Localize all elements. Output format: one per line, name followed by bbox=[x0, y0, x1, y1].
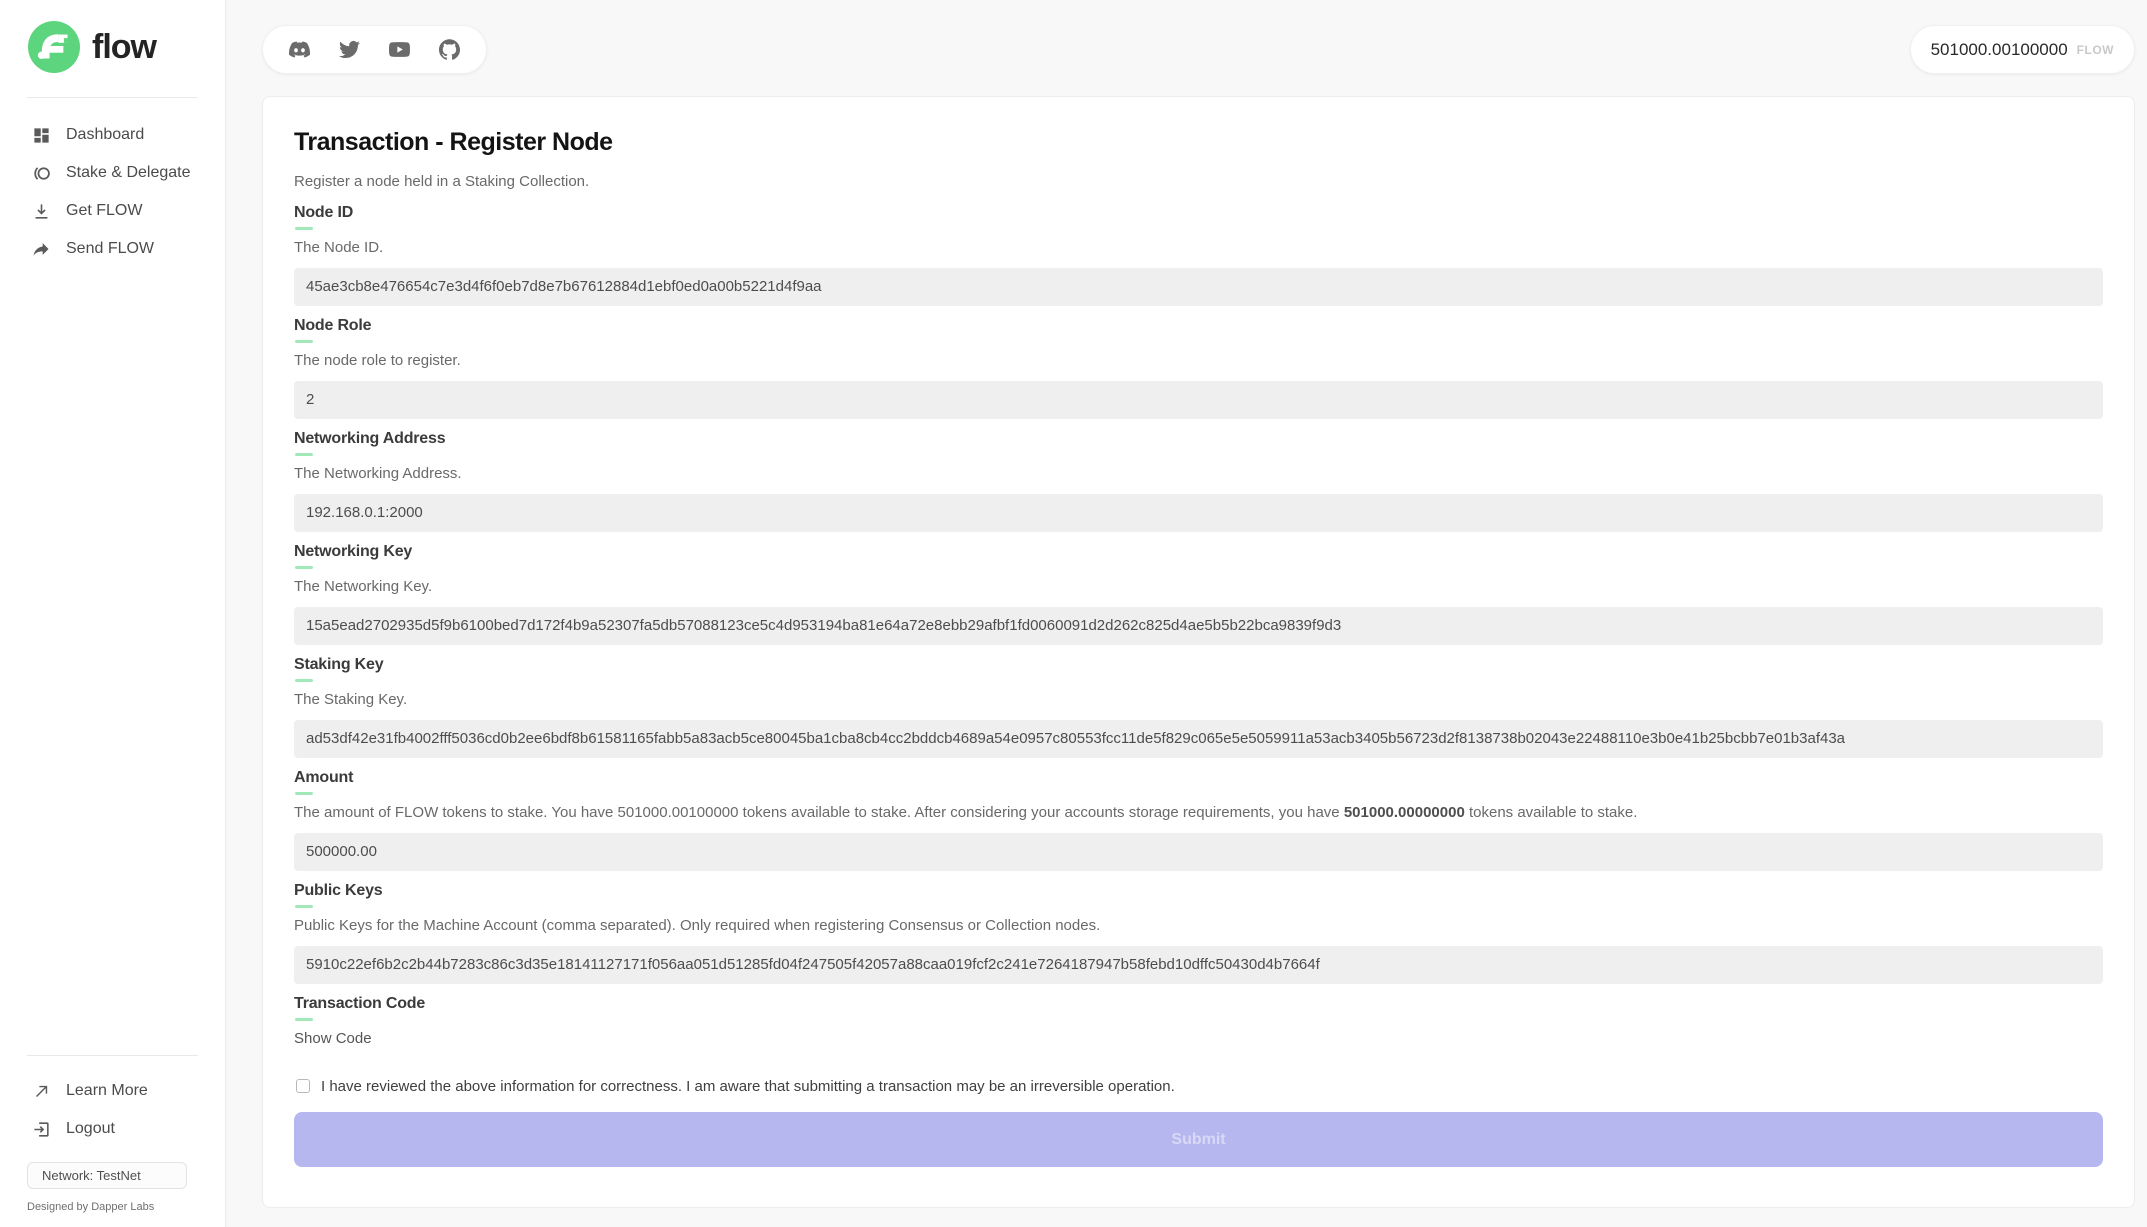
staking-key-input[interactable]: ad53df42e31fb4002fff5036cd0b2ee6bdf8b615… bbox=[294, 720, 2103, 758]
external-link-icon bbox=[30, 1080, 52, 1102]
github-icon[interactable] bbox=[439, 39, 460, 60]
field-label: Staking Key bbox=[294, 654, 2103, 676]
sidebar-divider bbox=[27, 97, 198, 98]
field-label: Public Keys bbox=[294, 880, 2103, 902]
twitter-icon[interactable] bbox=[339, 39, 360, 60]
networking-address-input[interactable]: 192.168.0.1:2000 bbox=[294, 494, 2103, 532]
show-code-toggle[interactable]: Show Code bbox=[294, 1028, 2103, 1050]
sidebar: flow Dashboard Stake & Delegate Get FLOW bbox=[0, 0, 226, 1227]
network-badge: Network: TestNet bbox=[27, 1162, 187, 1189]
flow-wordmark: flow bbox=[92, 28, 156, 67]
main-area: 501000.00100000 FLOW Transaction - Regis… bbox=[226, 0, 2147, 1227]
page-subtitle: Register a node held in a Staking Collec… bbox=[294, 171, 2103, 193]
stake-delegate-icon bbox=[30, 162, 52, 184]
field-label: Transaction Code bbox=[294, 993, 2103, 1015]
field-label: Node ID bbox=[294, 202, 2103, 224]
field-description: The amount of FLOW tokens to stake. You … bbox=[294, 802, 2103, 824]
field-description: The Node ID. bbox=[294, 237, 2103, 259]
account-balance: 501000.00100000 FLOW bbox=[1910, 25, 2135, 74]
send-icon bbox=[30, 238, 52, 260]
dashboard-icon bbox=[30, 124, 52, 146]
logout-icon bbox=[30, 1118, 52, 1140]
networking-key-input[interactable]: 15a5ead2702935d5f9b6100bed7d172f4b9a5230… bbox=[294, 607, 2103, 645]
social-links bbox=[262, 25, 487, 74]
field-staking-key: Staking Key The Staking Key. ad53df42e31… bbox=[294, 654, 2103, 758]
field-label: Node Role bbox=[294, 315, 2103, 337]
sidebar-item-stake-delegate[interactable]: Stake & Delegate bbox=[0, 154, 225, 192]
balance-amount: 501000.00100000 bbox=[1931, 40, 2068, 60]
sidebar-item-label: Stake & Delegate bbox=[66, 164, 191, 182]
amount-input[interactable]: 500000.00 bbox=[294, 833, 2103, 871]
sidebar-item-label: Learn More bbox=[66, 1082, 148, 1100]
field-amount: Amount The amount of FLOW tokens to stak… bbox=[294, 767, 2103, 871]
field-label: Amount bbox=[294, 767, 2103, 789]
flow-logo[interactable]: flow bbox=[0, 0, 225, 73]
credit-text: Designed by Dapper Labs bbox=[27, 1201, 225, 1213]
field-description: The Staking Key. bbox=[294, 689, 2103, 711]
field-node-id: Node ID The Node ID. 45ae3cb8e476654c7e3… bbox=[294, 202, 2103, 306]
field-label: Networking Address bbox=[294, 428, 2103, 450]
balance-currency: FLOW bbox=[2077, 43, 2114, 57]
field-description: Public Keys for the Machine Account (com… bbox=[294, 915, 2103, 937]
label-accent-bar bbox=[295, 340, 313, 343]
transaction-code-section: Transaction Code Show Code bbox=[294, 993, 2103, 1050]
label-accent-bar bbox=[295, 679, 313, 682]
label-accent-bar bbox=[295, 566, 313, 569]
sidebar-item-label: Dashboard bbox=[66, 126, 144, 144]
submit-button[interactable]: Submit bbox=[294, 1112, 2103, 1167]
discord-icon[interactable] bbox=[289, 39, 310, 60]
confirmation-text: I have reviewed the above information fo… bbox=[321, 1076, 1175, 1098]
sidebar-footer-divider bbox=[27, 1055, 198, 1056]
transaction-card: Transaction - Register Node Register a n… bbox=[262, 96, 2135, 1208]
field-label: Networking Key bbox=[294, 541, 2103, 563]
field-description: The Networking Address. bbox=[294, 463, 2103, 485]
confirmation-checkbox[interactable] bbox=[296, 1079, 310, 1093]
field-description: The Networking Key. bbox=[294, 576, 2103, 598]
page-title: Transaction - Register Node bbox=[294, 127, 2103, 157]
sidebar-item-label: Send FLOW bbox=[66, 240, 154, 258]
field-public-keys: Public Keys Public Keys for the Machine … bbox=[294, 880, 2103, 984]
sidebar-item-label: Get FLOW bbox=[66, 202, 142, 220]
sidebar-nav: Dashboard Stake & Delegate Get FLOW Send… bbox=[0, 116, 225, 268]
label-accent-bar bbox=[295, 453, 313, 456]
field-description: The node role to register. bbox=[294, 350, 2103, 372]
field-node-role: Node Role The node role to register. 2 bbox=[294, 315, 2103, 419]
label-accent-bar bbox=[295, 1018, 313, 1021]
youtube-icon[interactable] bbox=[389, 39, 410, 60]
label-accent-bar bbox=[295, 227, 313, 230]
available-balance-emphasis: 501000.00000000 bbox=[1344, 804, 1465, 821]
label-accent-bar bbox=[295, 905, 313, 908]
flow-logo-icon bbox=[28, 21, 80, 73]
sidebar-item-dashboard[interactable]: Dashboard bbox=[0, 116, 225, 154]
node-role-input[interactable]: 2 bbox=[294, 381, 2103, 419]
topbar: 501000.00100000 FLOW bbox=[262, 25, 2135, 74]
node-id-input[interactable]: 45ae3cb8e476654c7e3d4f6f0eb7d8e7b6761288… bbox=[294, 268, 2103, 306]
sidebar-item-get-flow[interactable]: Get FLOW bbox=[0, 192, 225, 230]
sidebar-item-logout[interactable]: Logout bbox=[0, 1110, 225, 1148]
sidebar-footer: Learn More Logout Network: TestNet Desig… bbox=[0, 1031, 225, 1227]
sidebar-item-send-flow[interactable]: Send FLOW bbox=[0, 230, 225, 268]
confirmation-row: I have reviewed the above information fo… bbox=[296, 1076, 2103, 1098]
label-accent-bar bbox=[295, 792, 313, 795]
download-icon bbox=[30, 200, 52, 222]
field-networking-address: Networking Address The Networking Addres… bbox=[294, 428, 2103, 532]
public-keys-input[interactable]: 5910c22ef6b2c2b44b7283c86c3d35e181411271… bbox=[294, 946, 2103, 984]
sidebar-item-learn-more[interactable]: Learn More bbox=[0, 1072, 225, 1110]
field-networking-key: Networking Key The Networking Key. 15a5e… bbox=[294, 541, 2103, 645]
sidebar-item-label: Logout bbox=[66, 1120, 115, 1138]
